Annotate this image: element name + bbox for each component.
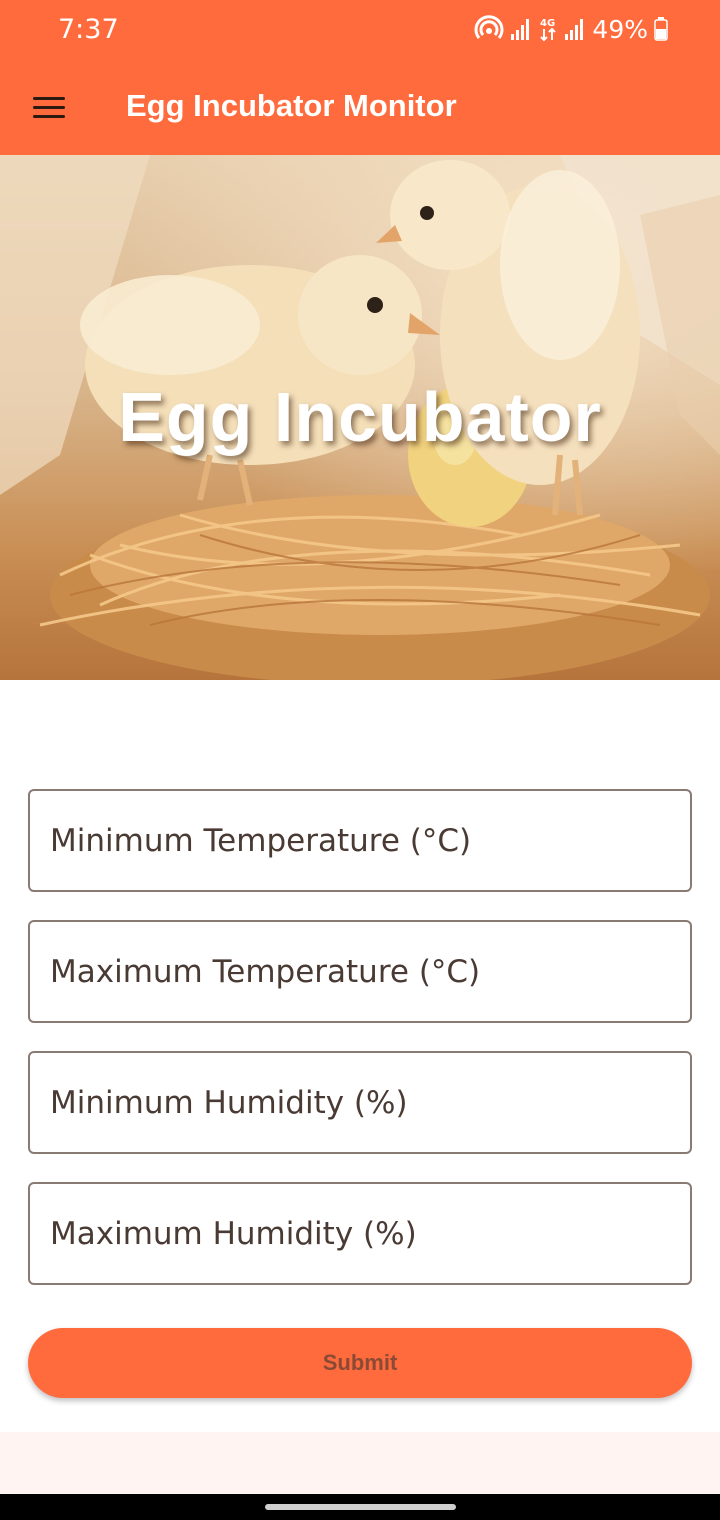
hamburger-menu-icon[interactable] bbox=[26, 86, 72, 128]
min-humidity-field[interactable] bbox=[28, 1051, 692, 1154]
max-humidity-input[interactable] bbox=[30, 1184, 690, 1283]
max-temperature-field[interactable] bbox=[28, 920, 692, 1023]
hero-title: Egg Incubator bbox=[118, 378, 602, 456]
app-bar: Egg Incubator Monitor bbox=[0, 58, 720, 155]
status-bar: 7:37 4G 49% bbox=[0, 0, 720, 58]
max-temperature-input[interactable] bbox=[30, 922, 690, 1021]
submit-button[interactable]: Submit bbox=[28, 1328, 692, 1398]
battery-icon bbox=[654, 17, 668, 41]
hero-banner: Egg Incubator bbox=[0, 155, 720, 680]
4g-data-icon: 4G bbox=[540, 18, 557, 42]
min-humidity-input[interactable] bbox=[30, 1053, 690, 1152]
home-gesture-handle[interactable] bbox=[265, 1504, 456, 1510]
svg-text:4G: 4G bbox=[540, 18, 555, 29]
bottom-area bbox=[0, 1432, 720, 1494]
submit-label: Submit bbox=[322, 1350, 398, 1375]
signal-icon bbox=[565, 19, 584, 40]
app-title: Egg Incubator Monitor bbox=[126, 88, 457, 123]
system-nav-bar bbox=[0, 1494, 720, 1520]
hotspot-icon bbox=[474, 15, 504, 39]
min-temperature-input[interactable] bbox=[30, 791, 690, 890]
battery-percentage: 49% bbox=[592, 14, 648, 44]
min-temperature-field[interactable] bbox=[28, 789, 692, 892]
max-humidity-field[interactable] bbox=[28, 1182, 692, 1285]
signal-icon bbox=[511, 19, 530, 40]
status-icons: 4G 49% bbox=[474, 14, 668, 44]
status-time: 7:37 bbox=[58, 14, 119, 45]
